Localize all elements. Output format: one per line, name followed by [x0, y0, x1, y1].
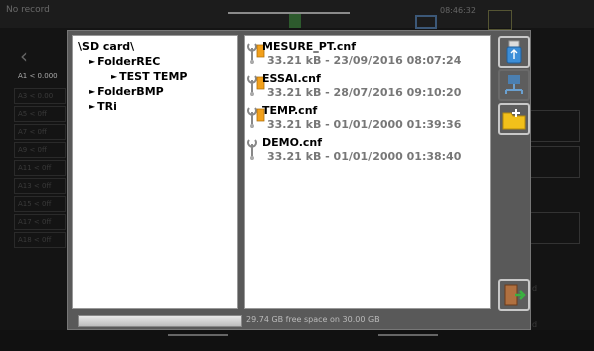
background-panel [530, 212, 580, 244]
background-panel [530, 146, 580, 178]
tree-item-folderrec[interactable]: ► FolderREC [89, 55, 160, 68]
free-space-label: 29.74 GB free space on 30.00 GB [246, 315, 380, 324]
file-name: TEMP.cnf [262, 104, 318, 117]
tree-item-tri[interactable]: ► TRi [89, 100, 117, 113]
network-button[interactable] [498, 69, 530, 101]
background-label: d [532, 320, 538, 329]
file-row[interactable]: MESURE_PT.cnf 33.21 kB - 23/09/2016 08:0… [246, 39, 486, 71]
background-panel [530, 110, 580, 142]
exit-door-icon [504, 284, 526, 306]
channel-item: A15 < 0ff [14, 196, 66, 212]
tree-item-label: TRi [97, 100, 117, 113]
tree-root[interactable]: \SD card\ [78, 40, 134, 53]
network-icon [505, 75, 523, 94]
background-bottom-bar [0, 330, 594, 351]
file-row[interactable]: TEMP.cnf 33.21 kB - 01/01/2000 01:39:36 [246, 103, 486, 135]
back-icon: ‹ [20, 44, 28, 68]
channel-item: A9 < 0ff [14, 142, 66, 158]
new-folder-button[interactable] [498, 103, 530, 135]
file-name: ESSAI.cnf [262, 72, 321, 85]
background-label: d [532, 284, 538, 293]
file-list[interactable]: MESURE_PT.cnf 33.21 kB - 23/09/2016 08:0… [244, 35, 491, 309]
expand-icon [488, 10, 512, 30]
file-row[interactable]: DEMO.cnf 33.21 kB - 01/01/2000 01:38:40 [246, 135, 486, 167]
file-row[interactable]: ESSAI.cnf 33.21 kB - 28/07/2016 09:10:20 [246, 71, 486, 103]
background-top-bar: No record 08:46:32 [0, 0, 594, 30]
background-divider [168, 334, 228, 336]
file-meta: 33.21 kB - 28/07/2016 09:10:20 [267, 86, 462, 99]
storage-usage-fill [79, 316, 241, 326]
tree-item-test-temp[interactable]: ► TEST TEMP [111, 70, 187, 83]
channel-item: A11 < 0ff [14, 160, 66, 176]
monitor-icon [415, 15, 437, 29]
background-divider [378, 334, 438, 336]
channel-item: A18 < 0ff [14, 232, 66, 248]
channel-item: A17 < 0ff [14, 214, 66, 230]
tree-item-folderbmp[interactable]: ► FolderBMP [89, 85, 164, 98]
channel-item: A13 < 0ff [14, 178, 66, 194]
channel-item: A3 < 0.00 [14, 88, 66, 104]
tree-arrow-icon: ► [89, 102, 96, 111]
channel-item: A7 < 0ff [14, 124, 66, 140]
file-name: DEMO.cnf [262, 136, 323, 149]
tree-arrow-icon: ► [111, 72, 118, 81]
file-browser-dialog: \SD card\ ► FolderREC ► TEST TEMP ► FolderB… [67, 30, 531, 330]
usb-icon [506, 40, 522, 64]
storage-usage-bar [78, 315, 242, 327]
usb-button[interactable] [498, 36, 530, 68]
record-status: No record [6, 5, 50, 15]
tree-arrow-icon: ► [89, 87, 96, 96]
exit-button[interactable] [498, 279, 530, 311]
folder-tree[interactable]: \SD card\ ► FolderREC ► TEST TEMP ► FolderB… [72, 35, 238, 309]
file-meta: 33.21 kB - 23/09/2016 08:07:24 [267, 54, 462, 67]
battery-icon [289, 14, 301, 28]
file-name: MESURE_PT.cnf [262, 40, 357, 53]
file-meta: 33.21 kB - 01/01/2000 01:39:36 [267, 118, 462, 131]
channel-item: A5 < 0ff [14, 106, 66, 122]
tree-item-label: FolderBMP [97, 85, 164, 98]
tree-item-label: TEST TEMP [119, 70, 188, 83]
folder-icon [502, 109, 526, 130]
file-meta: 33.21 kB - 01/01/2000 01:38:40 [267, 150, 462, 163]
clock: 08:46:32 [440, 6, 476, 15]
tree-item-label: FolderREC [97, 55, 161, 68]
channel-a1: A1 < 0.000 [18, 72, 58, 80]
tree-arrow-icon: ► [89, 57, 96, 66]
